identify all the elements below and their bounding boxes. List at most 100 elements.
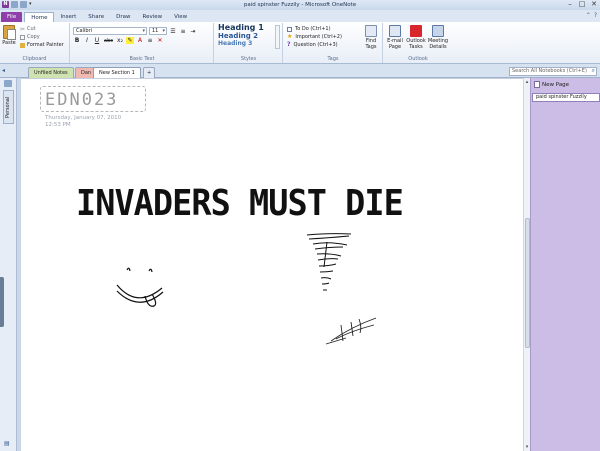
tag-todo-label: To Do (Ctrl+1) [295, 26, 331, 32]
search-input[interactable]: Search All Notebooks (Ctrl+E) [509, 67, 597, 76]
signature-scribble [325, 317, 377, 345]
ink-drawings [116, 233, 377, 345]
flag-icon [410, 25, 422, 37]
subscript-button[interactable]: x₂ [116, 37, 124, 44]
style-heading-1[interactable]: Heading 1 [218, 24, 276, 32]
basic-text-group-label: Basic Text [129, 56, 155, 62]
font-color-button[interactable]: A [136, 37, 144, 44]
tab-insert[interactable]: Insert [54, 12, 82, 22]
format-painter-label: Format Painter [27, 42, 64, 48]
expand-navigation-icon[interactable] [4, 80, 12, 87]
tab-share[interactable]: Share [82, 12, 110, 22]
new-page-button[interactable]: New Page [534, 81, 569, 88]
copy-button[interactable]: Copy [20, 33, 64, 41]
maximize-button[interactable]: □ [578, 0, 586, 9]
outlook-tasks-button[interactable]: Outlook Tasks [406, 25, 426, 50]
styles-gallery: Heading 1 Heading 2 Heading 3 [218, 24, 276, 48]
page-scrollbar[interactable]: ▴ ▾ [523, 78, 530, 451]
unfiled-notes-icon[interactable]: ▤ [4, 440, 10, 447]
page-title[interactable]: EDN023 [45, 89, 118, 111]
scissors-icon: ✂ [20, 25, 26, 33]
find-tags-button[interactable]: Find Tags [362, 25, 380, 50]
tags-group: To Do (Ctrl+1) ★ Important (Ctrl+2) ? Qu… [284, 23, 383, 63]
tag-question-label: Question (Ctrl+3) [293, 42, 338, 48]
tag-question[interactable]: ? Question (Ctrl+3) [287, 41, 342, 49]
tab-file[interactable]: File [1, 12, 23, 22]
style-heading-3[interactable]: Heading 3 [218, 40, 276, 48]
cut-button[interactable]: ✂ Cut [20, 25, 64, 33]
font-family-select[interactable]: Calibri [73, 27, 147, 35]
tags-group-label: Tags [327, 56, 339, 62]
style-heading-2[interactable]: Heading 2 [218, 32, 276, 40]
page-tabs-pane: New Page paid spinster Fuzzily [530, 78, 600, 451]
page-canvas[interactable]: EDN023 Thursday, January 07, 2010 12:53 … [21, 78, 523, 451]
font-size-select[interactable]: 11 [149, 27, 167, 35]
search-icon[interactable]: ⌕ [592, 67, 595, 75]
tab-view[interactable]: View [168, 12, 193, 22]
styles-group: Heading 1 Heading 2 Heading 3 Styles [215, 23, 283, 63]
page-time: 12:53 PM [45, 122, 71, 128]
basic-text-group: Calibri 11 ☰ ≡ ⇥ B I U abc x₂ ✎ A ≡ ✕ Ba… [71, 23, 214, 63]
email-page-button[interactable]: E-mail Page [385, 25, 405, 50]
minimize-ribbon-icon[interactable]: ⌃ [586, 12, 591, 19]
minimize-button[interactable]: – [566, 0, 574, 9]
italic-button[interactable]: I [83, 37, 91, 44]
notebook-personal[interactable]: Personal [3, 90, 14, 124]
page-title-box[interactable]: EDN023 [40, 86, 146, 112]
clear-formatting-button[interactable]: ✕ [156, 37, 164, 44]
help-icon[interactable]: ? [594, 12, 597, 19]
tab-draw[interactable]: Draw [110, 12, 136, 22]
font-row: Calibri 11 ☰ ≡ ⇥ [73, 27, 197, 35]
tag-important-label: Important (Ctrl+2) [295, 34, 342, 40]
tag-important[interactable]: ★ Important (Ctrl+2) [287, 33, 342, 41]
meeting-icon [432, 25, 444, 37]
section-tab-unfiled-notes[interactable]: Unfiled Notes [28, 67, 74, 78]
numbering-icon[interactable]: ≡ [179, 28, 187, 35]
clipboard-group: Paste ✂ Cut Copy Format Painter Clipboar… [0, 23, 70, 63]
strikethrough-button[interactable]: abc [103, 38, 114, 44]
question-icon: ? [287, 41, 291, 48]
rail-handle[interactable] [0, 277, 4, 327]
checkbox-icon [287, 26, 292, 32]
section-tab-bar: ◂ Unfiled Notes Dan New Section 1 + Sear… [0, 64, 600, 79]
paste-button[interactable]: Paste [2, 25, 16, 46]
bold-button[interactable]: B [73, 37, 81, 44]
paste-icon [3, 25, 16, 40]
page-date: Thursday, January 07, 2010 [45, 115, 122, 121]
outlook-group: E-mail Page Outlook Tasks Meeting Detail… [384, 23, 452, 63]
star-icon: ★ [287, 33, 293, 40]
underline-button[interactable]: U [93, 37, 101, 44]
cut-label: Cut [27, 26, 36, 32]
outlook-group-label: Outlook [408, 56, 428, 62]
email-icon [389, 25, 401, 37]
styles-scrollbar[interactable] [275, 25, 280, 49]
page-tab-item[interactable]: paid spinster Fuzzily [532, 93, 600, 102]
format-painter-button[interactable]: Format Painter [20, 41, 64, 49]
notebook-rail: Personal ▤ [0, 78, 17, 451]
title-bar: N ▾ paid spinster Fuzzily - Microsoft On… [0, 0, 600, 10]
tab-home[interactable]: Home [24, 12, 55, 22]
outlook-tasks-label: Outlook Tasks [406, 38, 426, 50]
smiley-drawing [116, 267, 164, 307]
ribbon-right-icons: ⌃ ? [586, 12, 597, 19]
email-page-label: E-mail Page [387, 38, 403, 50]
find-tags-label: Find Tags [365, 38, 377, 50]
format-row: B I U abc x₂ ✎ A ≡ ✕ [73, 37, 164, 44]
meeting-details-button[interactable]: Meeting Details [427, 25, 449, 50]
clipboard-actions: ✂ Cut Copy Format Painter [20, 25, 64, 49]
bullets-icon[interactable]: ☰ [169, 28, 177, 35]
meeting-details-label: Meeting Details [427, 38, 449, 50]
add-section-button[interactable]: + [143, 67, 156, 78]
ribbon: Paste ✂ Cut Copy Format Painter Clipboar… [0, 22, 600, 64]
tag-todo[interactable]: To Do (Ctrl+1) [287, 25, 342, 33]
close-button[interactable]: ✕ [590, 0, 598, 9]
highlight-icon[interactable]: ✎ [126, 37, 134, 44]
indent-icon[interactable]: ⇥ [189, 28, 197, 35]
handwritten-ink-text[interactable]: INVADERS MUST DIE [76, 184, 404, 224]
navigate-back-icon[interactable]: ◂ [2, 67, 5, 74]
new-page-label: New Page [542, 81, 570, 88]
paste-label: Paste [2, 40, 16, 46]
tab-review[interactable]: Review [137, 12, 169, 22]
tags-gallery: To Do (Ctrl+1) ★ Important (Ctrl+2) ? Qu… [287, 25, 342, 49]
align-button[interactable]: ≡ [146, 37, 154, 44]
